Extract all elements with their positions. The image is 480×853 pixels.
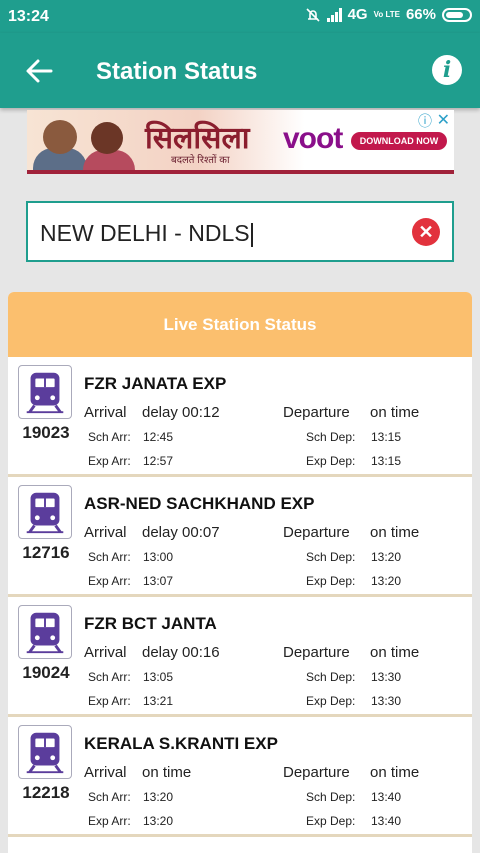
arrival-status: delay 00:12 bbox=[142, 404, 220, 421]
exp-arr-time: 13:07 bbox=[143, 574, 174, 588]
arrival-status: delay 00:16 bbox=[142, 644, 220, 661]
ad-show-logo: सिलसिला बदलते रिश्तों का bbox=[145, 121, 250, 166]
exp-arr-label: Exp Arr: bbox=[88, 574, 131, 588]
sch-dep-time: 13:20 bbox=[371, 550, 402, 564]
arrival-label: Arrival bbox=[84, 524, 127, 541]
close-icon[interactable]: ✕ bbox=[437, 110, 450, 130]
departure-label: Departure bbox=[283, 524, 350, 541]
sch-dep-label: Sch Dep: bbox=[306, 430, 356, 444]
ad-download-button[interactable]: DOWNLOAD NOW bbox=[351, 132, 447, 150]
ad-image bbox=[33, 112, 143, 170]
live-status-panel: Live Station Status 19023 FZR JANATA EXP… bbox=[8, 292, 472, 853]
train-number: 12218 bbox=[22, 783, 70, 802]
train-icon bbox=[18, 605, 72, 659]
sch-dep-time: 13:15 bbox=[371, 430, 402, 444]
exp-dep-time: 13:40 bbox=[371, 814, 402, 828]
train-name: FZR JANATA EXP bbox=[84, 374, 227, 393]
exp-dep-label: Exp Dep: bbox=[306, 454, 356, 468]
departure-status: on time bbox=[370, 524, 420, 541]
arrival-label: Arrival bbox=[84, 764, 127, 781]
app-bar: Station Status i bbox=[0, 33, 480, 108]
train-number: 19023 bbox=[22, 423, 70, 442]
departure-label: Departure bbox=[283, 644, 350, 661]
arrival-label: Arrival bbox=[84, 404, 127, 421]
train-name: KERALA S.KRANTI EXP bbox=[84, 734, 278, 753]
train-row[interactable]: 12218 KERALA S.KRANTI EXP Arrival on tim… bbox=[8, 717, 472, 837]
train-number: 12716 bbox=[22, 543, 70, 562]
status-icons: 4G Vo LTE 66% bbox=[305, 6, 472, 23]
arrival-label: Arrival bbox=[84, 644, 127, 661]
sch-dep-label: Sch Dep: bbox=[306, 790, 356, 804]
exp-dep-time: 13:20 bbox=[371, 574, 402, 588]
exp-arr-time: 13:20 bbox=[143, 814, 174, 828]
train-row[interactable]: 19024 FZR BCT JANTA Arrival delay 00:16 … bbox=[8, 597, 472, 717]
departure-status: on time bbox=[370, 644, 420, 661]
exp-dep-label: Exp Dep: bbox=[306, 574, 356, 588]
departure-status: on time bbox=[370, 764, 420, 781]
arrow-left-icon[interactable] bbox=[24, 57, 54, 85]
signal-icon bbox=[326, 7, 342, 22]
exp-arr-time: 13:21 bbox=[143, 694, 174, 708]
sch-dep-time: 13:40 bbox=[371, 790, 402, 804]
exp-arr-time: 12:57 bbox=[143, 454, 174, 468]
sch-arr-label: Sch Arr: bbox=[88, 550, 131, 564]
departure-label: Departure bbox=[283, 764, 350, 781]
departure-label: Departure bbox=[283, 404, 350, 421]
exp-dep-label: Exp Dep: bbox=[306, 694, 356, 708]
departure-status: on time bbox=[370, 404, 420, 421]
arrival-status: on time bbox=[142, 764, 192, 781]
exp-dep-label: Exp Dep: bbox=[306, 814, 356, 828]
ad-banner[interactable]: सिलसिला बदलते रिश्तों का voot DOWNLOAD N… bbox=[27, 110, 454, 174]
battery-icon bbox=[442, 7, 472, 22]
sch-arr-label: Sch Arr: bbox=[88, 790, 131, 804]
panel-header: Live Station Status bbox=[8, 292, 472, 357]
train-name: ASR-NED SACHKHAND EXP bbox=[84, 494, 315, 513]
train-name: FZR BCT JANTA bbox=[84, 614, 217, 633]
ad-brand: voot bbox=[283, 122, 343, 155]
page-title: Station Status bbox=[96, 58, 258, 85]
sch-arr-time: 13:20 bbox=[143, 790, 174, 804]
train-icon bbox=[18, 725, 72, 779]
sch-dep-time: 13:30 bbox=[371, 670, 402, 684]
exp-arr-label: Exp Arr: bbox=[88, 814, 131, 828]
dnd-icon bbox=[306, 7, 320, 22]
sch-arr-label: Sch Arr: bbox=[88, 430, 131, 444]
status-bar: 13:24 4G Vo LTE 66% bbox=[0, 0, 480, 33]
station-search-input[interactable]: NEW DELHI - NDLS ✕ bbox=[26, 201, 454, 262]
battery-percent: 66% bbox=[405, 6, 436, 23]
sch-arr-label: Sch Arr: bbox=[88, 670, 131, 684]
train-row[interactable]: 19023 FZR JANATA EXP Arrival delay 00:12… bbox=[8, 357, 472, 477]
clear-icon[interactable]: ✕ bbox=[412, 218, 440, 246]
volte-indicator: Vo LTE bbox=[373, 9, 400, 19]
sch-dep-label: Sch Dep: bbox=[306, 550, 356, 564]
train-row[interactable]: 12716 ASR-NED SACHKHAND EXP Arrival dela… bbox=[8, 477, 472, 597]
info-icon[interactable]: i bbox=[432, 55, 462, 85]
exp-dep-time: 13:30 bbox=[371, 694, 402, 708]
sch-arr-time: 13:05 bbox=[143, 670, 174, 684]
train-number: 19024 bbox=[22, 663, 70, 682]
search-value[interactable]: NEW DELHI - NDLS bbox=[40, 220, 253, 247]
arrival-status: delay 00:07 bbox=[142, 524, 220, 541]
ad-choices-icon[interactable]: ⓘ bbox=[418, 111, 432, 131]
train-icon bbox=[18, 485, 72, 539]
sch-dep-label: Sch Dep: bbox=[306, 670, 356, 684]
exp-arr-label: Exp Arr: bbox=[88, 454, 131, 468]
sch-arr-time: 13:00 bbox=[143, 550, 174, 564]
network-type: 4G bbox=[347, 6, 368, 23]
train-icon bbox=[18, 365, 72, 419]
sch-arr-time: 12:45 bbox=[143, 430, 174, 444]
clock: 13:24 bbox=[8, 8, 49, 25]
exp-arr-label: Exp Arr: bbox=[88, 694, 131, 708]
exp-dep-time: 13:15 bbox=[371, 454, 402, 468]
